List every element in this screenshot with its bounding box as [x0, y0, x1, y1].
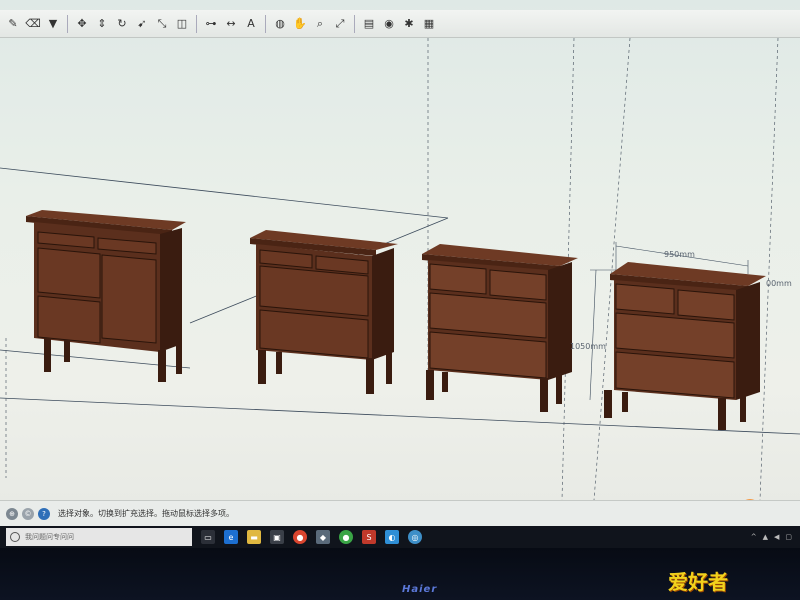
pencil-icon[interactable]: ✎: [4, 15, 22, 33]
file-explorer-icon[interactable]: ▬: [247, 530, 261, 544]
chrome-icon[interactable]: ●: [293, 530, 307, 544]
wechat-icon[interactable]: ●: [339, 530, 353, 544]
app-icon[interactable]: ◆: [316, 530, 330, 544]
eraser-icon[interactable]: ⌫: [24, 15, 42, 33]
status-bar: ⊕ © ? 选择对象。切换到扩充选择。拖动鼠标选择多项。: [0, 500, 800, 526]
warehouse-icon[interactable]: ▤: [360, 15, 378, 33]
cabinet-1[interactable]: [26, 210, 186, 382]
orbit-icon[interactable]: ◍: [271, 15, 289, 33]
cabinet-4[interactable]: [604, 262, 766, 430]
dashed-guide: [759, 37, 779, 501]
model-canvas[interactable]: [0, 37, 800, 501]
system-tray: ^ ▲ ◀ ▢: [751, 533, 792, 541]
move-icon[interactable]: ✥: [73, 15, 91, 33]
photos-icon[interactable]: ◐: [385, 530, 399, 544]
search-placeholder: 我问题问专问问: [25, 533, 74, 541]
help-icon[interactable]: ?: [38, 507, 50, 520]
windows-taskbar: 我问题问专问问 ▭ e ▬ ▣ ● ◆ ● S ◐ ◎ ^ ▲ ◀ ▢: [0, 526, 800, 548]
guide-line: [0, 167, 449, 219]
toolbar-separator: [67, 14, 68, 33]
notification-icon[interactable]: ▢: [785, 533, 792, 541]
dimension-icon[interactable]: ↔: [222, 15, 240, 33]
toolbar-separator: [354, 14, 355, 33]
depth-dimension-label: 00mm: [766, 279, 792, 288]
height-dimension-label: 1050mm: [570, 342, 606, 351]
zoom-icon[interactable]: ⌕: [311, 15, 329, 33]
main-toolbar: ✎ ⌫ ▼ ✥ ⇕ ↻ ➹ ⤡ ◫ ⊶ ↔ A ◍ ✋ ⌕ ⤢ ▤ ◉ ✱ ▦: [0, 10, 800, 38]
rotate-icon[interactable]: ↻: [113, 15, 131, 33]
layout-icon[interactable]: ▦: [420, 15, 438, 33]
ground-line: [0, 397, 800, 435]
status-text: 选择对象。切换到扩充选择。拖动鼠标选择多项。: [58, 509, 234, 518]
taskbar-search-box[interactable]: 我问题问专问问: [6, 528, 192, 546]
watermark-logo: 爱好者: [668, 570, 728, 594]
follow-me-icon[interactable]: ➹: [133, 15, 151, 33]
tape-measure-icon[interactable]: ⊶: [202, 15, 220, 33]
offset-icon[interactable]: ◫: [173, 15, 191, 33]
cabinet-2[interactable]: [250, 230, 398, 394]
paint-bucket-icon[interactable]: ▼: [44, 15, 62, 33]
share-model-icon[interactable]: ◉: [380, 15, 398, 33]
store-icon[interactable]: ▣: [270, 530, 284, 544]
text-icon[interactable]: A: [242, 15, 260, 33]
task-view-icon[interactable]: ▭: [201, 530, 215, 544]
scale-icon[interactable]: ⤡: [153, 15, 171, 33]
model-viewport[interactable]: 950mm 00mm 1050mm: [0, 37, 800, 521]
browser-icon[interactable]: ◎: [408, 530, 422, 544]
network-icon[interactable]: ▲: [763, 533, 768, 541]
height-dim-line: [589, 269, 597, 401]
toolbar-separator: [265, 14, 266, 33]
pan-icon[interactable]: ✋: [291, 15, 309, 33]
credits-icon[interactable]: ©: [22, 507, 34, 520]
volume-icon[interactable]: ◀: [774, 533, 779, 541]
cabinet-3[interactable]: [422, 244, 578, 412]
extension-icon[interactable]: ✱: [400, 15, 418, 33]
zoom-extents-icon[interactable]: ⤢: [331, 15, 349, 33]
cortana-icon[interactable]: [10, 532, 20, 542]
tray-up-icon[interactable]: ^: [751, 533, 757, 541]
screen: ✎⌫▼ ✥⇕↻➹⤡◫ ⊶↔A ◍✋⌕⤢ ▤◉✱▦: [0, 0, 800, 548]
width-dimension-label: 950mm: [664, 250, 695, 259]
push-pull-icon[interactable]: ⇕: [93, 15, 111, 33]
monitor-brand-logo: Haier: [402, 584, 438, 595]
edge-icon[interactable]: e: [224, 530, 238, 544]
sketchup-icon[interactable]: S: [362, 530, 376, 544]
geo-location-icon[interactable]: ⊕: [6, 507, 18, 520]
toolbar-separator: [196, 14, 197, 33]
